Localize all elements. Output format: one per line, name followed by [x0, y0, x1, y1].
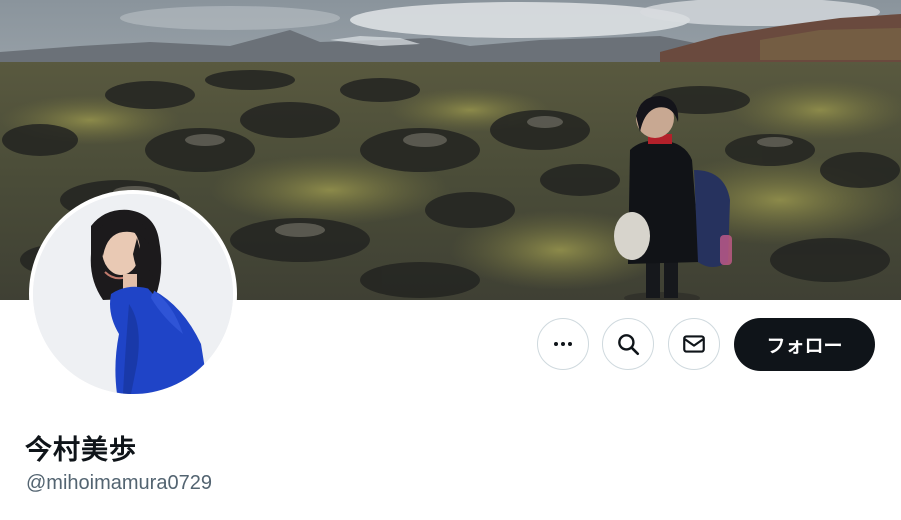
profile-display-name: 今村美歩: [25, 435, 137, 466]
search-icon: [618, 334, 640, 356]
follow-button[interactable]: フォロー: [734, 318, 875, 371]
more-horizontal-icon: [554, 342, 572, 346]
profile-handle: @mihoimamura0729: [26, 472, 212, 494]
avatar-photo: [33, 194, 233, 394]
envelope-icon: [683, 335, 705, 353]
profile-avatar[interactable]: [29, 190, 237, 398]
search-button[interactable]: [602, 318, 654, 370]
message-button[interactable]: [668, 318, 720, 370]
more-button[interactable]: [537, 318, 589, 370]
follow-button-label: フォロー: [766, 335, 843, 357]
